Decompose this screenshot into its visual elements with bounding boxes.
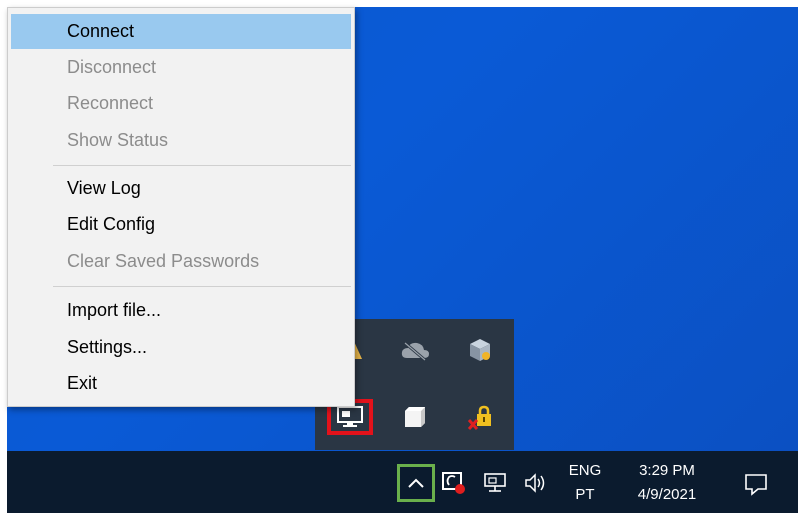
menu-item-label: Disconnect [67, 57, 157, 77]
menu-item-label: Settings... [67, 337, 148, 357]
menu-item-disconnect[interactable]: Disconnect [11, 50, 351, 85]
onedrive-offline-icon[interactable] [399, 337, 431, 365]
openvpn-tray-icon[interactable] [439, 469, 469, 497]
volume-icon[interactable] [521, 469, 553, 497]
openvpn-context-menu: Connect Disconnect Reconnect Show Status… [7, 7, 355, 407]
action-center-button[interactable] [739, 469, 773, 499]
package-icon[interactable] [465, 335, 495, 365]
menu-item-clear-saved-passwords[interactable]: Clear Saved Passwords [11, 244, 351, 279]
clock-date: 4/9/2021 [637, 486, 697, 503]
taskbar: ENG PT 3:29 PM 4/9/2021 [7, 451, 798, 513]
menu-item-label: Edit Config [67, 214, 156, 234]
menu-item-connect[interactable]: Connect [11, 14, 351, 49]
menu-item-label: Import file... [67, 300, 162, 320]
menu-separator [53, 286, 351, 287]
input-language-indicator[interactable]: ENG PT [565, 459, 605, 507]
network-icon[interactable] [481, 469, 511, 497]
menu-separator [53, 165, 351, 166]
chevron-up-icon [408, 478, 424, 488]
menu-item-reconnect[interactable]: Reconnect [11, 86, 351, 121]
menu-item-label: Connect [67, 21, 135, 41]
menu-item-label: Exit [67, 373, 98, 393]
menu-item-exit[interactable]: Exit [11, 366, 351, 401]
clock[interactable]: 3:29 PM 4/9/2021 [617, 459, 717, 507]
menu-item-edit-config[interactable]: Edit Config [11, 207, 351, 242]
clock-time: 3:29 PM [639, 462, 695, 479]
menu-item-label: Clear Saved Passwords [67, 251, 260, 271]
menu-item-label: Reconnect [67, 93, 154, 113]
language-code: ENG [568, 462, 602, 479]
menu-item-label: Show Status [67, 130, 169, 150]
menu-item-show-status[interactable]: Show Status [11, 123, 351, 158]
menu-item-label: View Log [67, 178, 141, 198]
show-hidden-icons-button[interactable] [397, 464, 435, 502]
menu-item-settings[interactable]: Settings... [11, 330, 351, 365]
notification-icon [745, 474, 767, 496]
lock-error-icon[interactable] [465, 403, 495, 433]
keyboard-layout: PT [575, 486, 595, 503]
menu-item-import-file[interactable]: Import file... [11, 293, 351, 328]
white-cube-icon[interactable] [401, 403, 429, 431]
menu-item-view-log[interactable]: View Log [11, 171, 351, 206]
